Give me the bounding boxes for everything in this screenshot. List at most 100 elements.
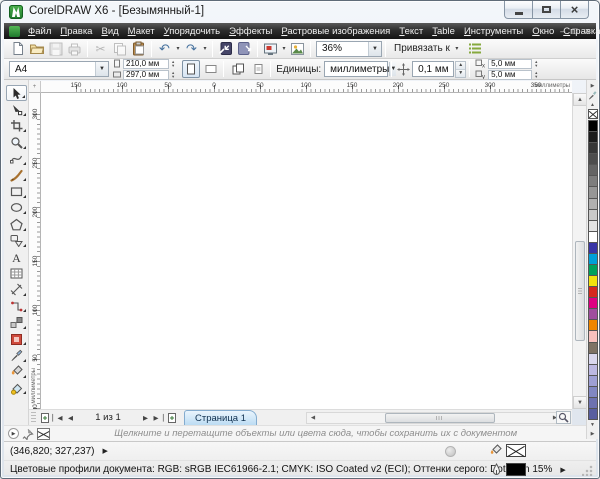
palette-swatch-16[interactable] — [588, 298, 597, 310]
welcome-screen-button[interactable] — [288, 40, 307, 58]
nudge-field[interactable]: 0,1 мм — [412, 61, 455, 77]
menu-item-4[interactable]: Упорядочить — [164, 26, 221, 37]
palette-swatch-1[interactable] — [588, 132, 597, 144]
document-palette-flyout-button[interactable]: ▶ — [8, 428, 19, 439]
freehand-tool[interactable] — [6, 151, 27, 167]
horizontal-scroll-thumb[interactable] — [385, 413, 495, 423]
vertical-scrollbar[interactable]: ▲ ▼ — [572, 93, 587, 409]
navigator-button[interactable] — [556, 411, 571, 424]
menu-item-3[interactable]: Макет — [128, 26, 155, 37]
redo-button[interactable]: ↷ — [182, 40, 201, 58]
palette-swatch-3[interactable] — [588, 154, 597, 166]
fill-tool[interactable] — [6, 364, 27, 380]
pin-icon[interactable] — [22, 428, 34, 440]
palette-swatch-15[interactable] — [588, 287, 597, 299]
all-pages-button[interactable] — [229, 60, 247, 78]
menu-item-0[interactable]: Файл — [28, 26, 51, 37]
portrait-button[interactable] — [182, 60, 201, 78]
scroll-up-button[interactable]: ▲ — [573, 93, 587, 106]
open-button[interactable] — [27, 40, 46, 58]
landscape-button[interactable] — [202, 60, 220, 78]
palette-swatch-0[interactable] — [588, 121, 597, 133]
color-profiles-flyout[interactable]: ▶ — [560, 466, 565, 474]
palette-swatch-24[interactable] — [588, 386, 597, 398]
page-width-spinner[interactable]: ▴ ▾ — [172, 59, 174, 68]
menu-item-8[interactable]: Table — [432, 26, 455, 37]
menu-item-7[interactable]: Текст — [399, 26, 423, 37]
outline-color-swatch[interactable] — [506, 463, 526, 476]
current-page-button[interactable] — [249, 60, 267, 78]
zoom-combo-arrow-icon[interactable]: ▼ — [368, 41, 381, 56]
artistic-media-tool[interactable] — [6, 167, 27, 183]
new-document-button[interactable] — [8, 40, 27, 58]
palette-swatch-6[interactable] — [588, 187, 597, 199]
palette-swatch-12[interactable] — [588, 253, 597, 266]
horizontal-scrollbar[interactable]: ◀ ▶ — [306, 412, 562, 424]
palette-swatch-8[interactable] — [588, 209, 597, 221]
drawing-canvas[interactable] — [41, 93, 572, 409]
ellipse-tool[interactable] — [6, 200, 27, 216]
scroll-left-button[interactable]: ◀ — [307, 413, 319, 423]
corel-logo-icon[interactable] — [9, 25, 20, 37]
undo-dropdown[interactable]: ▾ — [174, 45, 182, 52]
print-button[interactable] — [65, 40, 84, 58]
palette-swatch-2[interactable] — [588, 143, 597, 155]
dimension-tool[interactable] — [6, 282, 27, 298]
crop-tool[interactable] — [6, 118, 27, 134]
palette-swatch-19[interactable] — [588, 331, 597, 343]
palette-swatch-26[interactable] — [588, 409, 597, 421]
scroll-down-button[interactable]: ▼ — [573, 396, 587, 409]
menu-item-9[interactable]: Инструменты — [464, 26, 523, 37]
paste-button[interactable] — [129, 40, 148, 58]
menu-item-5[interactable]: Эффекты — [229, 26, 272, 37]
horizontal-ruler[interactable]: миллиметры 150 100 50 0 50 100 150 200 250 300 350 — [41, 81, 572, 93]
pick-tool[interactable] — [5, 85, 27, 102]
save-button[interactable] — [46, 40, 65, 58]
palette-swatch-20[interactable] — [588, 342, 597, 354]
dock-grip[interactable] — [31, 411, 36, 424]
palette-eyedropper-icon[interactable] — [588, 90, 597, 100]
minimize-button[interactable] — [504, 1, 533, 19]
palette-swatch-10[interactable] — [588, 231, 597, 243]
polygon-tool[interactable] — [6, 216, 27, 232]
basic-shapes-tool[interactable] — [6, 233, 27, 249]
import-button[interactable] — [216, 40, 235, 58]
no-color-swatch[interactable] — [587, 109, 598, 119]
duplicate-x-spinner[interactable]: ▴ ▾ — [535, 59, 537, 68]
add-page-end-button[interactable] — [165, 411, 178, 425]
palette-swatch-13[interactable] — [588, 265, 597, 277]
resize-grip[interactable] — [582, 465, 593, 476]
close-button[interactable]: × — [560, 1, 589, 19]
mdi-close-button[interactable]: × — [585, 26, 590, 36]
palette-swatch-25[interactable] — [588, 397, 597, 410]
connector-tool[interactable] — [6, 298, 27, 314]
palette-swatch-22[interactable] — [588, 364, 597, 376]
redo-dropdown[interactable]: ▾ — [201, 45, 209, 52]
text-tool[interactable]: А — [6, 249, 27, 265]
palette-expand-button[interactable]: ▶ — [588, 429, 598, 438]
vertical-scroll-thumb[interactable] — [575, 241, 585, 341]
duplicate-x-field[interactable]: 5,0 мм — [488, 58, 533, 69]
last-page-button[interactable]: ▶▕ — [152, 411, 165, 425]
duplicate-y-field[interactable]: 5,0 мм — [488, 69, 533, 80]
palette-scroll-up-button[interactable]: ▲ — [588, 100, 598, 109]
page-height-field[interactable]: 297,0 мм — [123, 69, 169, 80]
color-eyedropper-tool[interactable] — [6, 347, 27, 363]
menu-item-6[interactable]: Растровые изображения — [281, 26, 390, 37]
smart-fill-tool[interactable] — [6, 380, 27, 396]
document-palette-no-color-swatch[interactable] — [37, 427, 50, 440]
palette-swatch-17[interactable] — [588, 309, 597, 321]
palette-swatch-9[interactable] — [588, 220, 597, 232]
palette-swatch-4[interactable] — [588, 165, 597, 177]
page-height-spinner[interactable]: ▴ ▾ — [172, 70, 174, 79]
palette-swatch-14[interactable] — [588, 276, 597, 288]
vertical-ruler[interactable]: миллиметры 300 250 200 150 100 50 0 — [29, 93, 41, 409]
mdi-minimize-button[interactable]: – — [560, 26, 565, 36]
palette-scroll-down-button[interactable]: ▼ — [588, 420, 598, 429]
zoom-level-combo[interactable]: 36% ▼ — [316, 40, 382, 57]
copy-button[interactable] — [110, 40, 129, 58]
palette-swatch-5[interactable] — [588, 176, 597, 188]
page-preset-arrow-icon[interactable]: ▼ — [95, 62, 108, 76]
title-bar[interactable]: CorelDRAW X6 - [Безымянный-1] × — [1, 1, 599, 23]
previous-page-button[interactable]: ◀ — [64, 411, 77, 425]
